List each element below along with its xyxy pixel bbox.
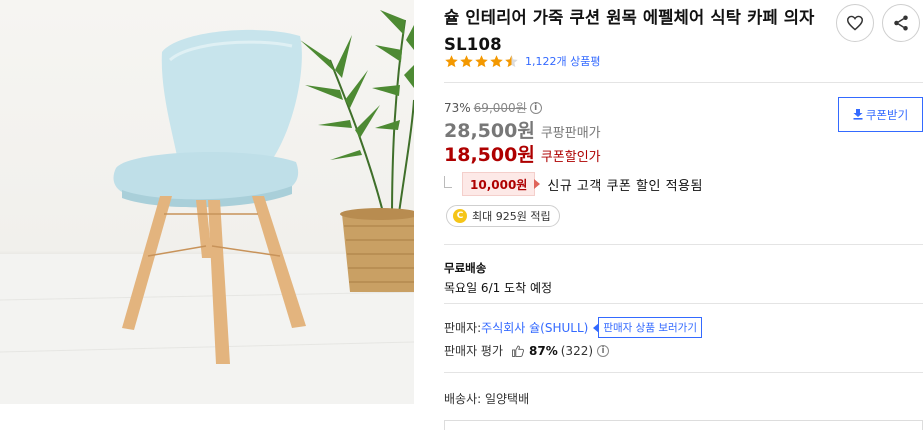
- tree-connector: [444, 176, 452, 188]
- review-count-link[interactable]: 1,122개 상품평: [525, 53, 600, 69]
- star-icon: [475, 54, 488, 67]
- divider: [444, 244, 923, 245]
- star-icon: [445, 54, 458, 67]
- product-image[interactable]: [0, 0, 414, 404]
- star-icon: [460, 54, 473, 67]
- seller-products-button[interactable]: 판매자 상품 보러가기: [593, 317, 702, 338]
- new-customer-row: 10,000원 신규 고객 쿠폰 할인 적용됨: [444, 172, 703, 196]
- heart-icon: [846, 15, 864, 31]
- seller-name-link[interactable]: 주식회사 슐(SHULL): [481, 319, 588, 336]
- coupon-download-button[interactable]: 쿠폰받기: [838, 97, 923, 132]
- coupon-price: 18,500원: [444, 144, 535, 166]
- seller-row: 판매자: 주식회사 슐(SHULL) 판매자 상품 보러가기: [444, 317, 702, 338]
- discount-row: 73% 69,000원 i: [444, 99, 542, 116]
- rating-stars: [444, 54, 519, 69]
- info-icon[interactable]: i: [597, 344, 610, 357]
- star-icon: [490, 54, 503, 67]
- chair-photo-illustration: [0, 10, 414, 404]
- seller-eval-percent: 87%: [529, 343, 558, 358]
- new-customer-text: 신규 고객 쿠폰 할인 적용됨: [547, 178, 703, 194]
- seller-eval-count: (322): [560, 343, 594, 358]
- share-icon: [894, 15, 908, 31]
- divider: [444, 303, 923, 304]
- download-icon: [853, 109, 863, 120]
- divider: [444, 82, 923, 83]
- discount-rate: 73%: [444, 100, 471, 115]
- coupon-button-label: 쿠폰받기: [865, 107, 909, 122]
- thumbs-up-icon: [512, 345, 524, 357]
- seller-eval-label: 판매자 평가: [444, 344, 504, 358]
- divider: [444, 372, 923, 373]
- shipping-carrier: 배송사: 일양택배: [444, 392, 530, 406]
- half-star-icon: [505, 54, 518, 67]
- original-price: 69,000원: [473, 101, 527, 115]
- arrival-date: 목요일 6/1 도착 예정: [444, 281, 553, 295]
- product-title: 슐 인테리어 가죽 쿠션 원목 에펠체어 식탁 카페 의자 SL108: [444, 8, 815, 54]
- coupang-price-row: 28,500원 쿠팡판매가: [444, 116, 601, 143]
- coin-icon: C: [453, 209, 467, 223]
- new-customer-discount-tag: 10,000원: [462, 172, 541, 196]
- option-box[interactable]: [444, 420, 923, 430]
- shipping-title: 무료배송: [444, 261, 487, 275]
- rating-row: 1,122개 상품평: [444, 52, 600, 70]
- cash-reward-pill[interactable]: C 최대 925원 적립: [446, 205, 560, 227]
- coupon-price-label: 쿠폰할인가: [540, 150, 601, 165]
- cash-reward-text: 최대 925원 적립: [472, 210, 551, 223]
- seller-label: 판매자:: [444, 321, 482, 335]
- coupon-price-row: 18,500원 쿠폰할인가: [444, 140, 601, 167]
- share-button[interactable]: [882, 4, 920, 42]
- coupang-price: 28,500원: [444, 120, 535, 142]
- wishlist-button[interactable]: [836, 4, 874, 42]
- coupang-price-label: 쿠팡판매가: [540, 126, 601, 141]
- info-icon[interactable]: i: [529, 101, 542, 114]
- seller-evaluation-row: 판매자 평가 87% (322) i: [444, 342, 610, 359]
